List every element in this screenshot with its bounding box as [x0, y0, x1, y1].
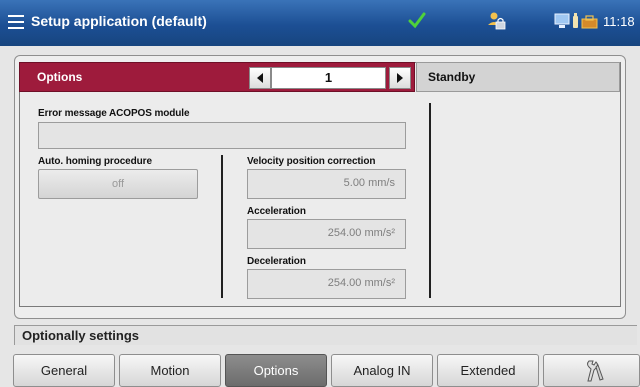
prev-button[interactable]: [249, 67, 271, 89]
menu-icon[interactable]: [8, 15, 24, 29]
deceleration-label: Deceleration: [247, 256, 306, 267]
acceleration-field[interactable]: 254.00 mm/s²: [247, 219, 406, 249]
error-message-field: [38, 122, 406, 149]
status-text: Optionally settings: [22, 328, 140, 343]
velocity-field[interactable]: 5.00 mm/s: [247, 169, 406, 199]
app-title: Setup application (default): [31, 13, 207, 29]
state-display: Standby: [416, 62, 620, 92]
deceleration-field[interactable]: 254.00 mm/s²: [247, 269, 406, 299]
index-value: 1: [271, 67, 386, 89]
divider-right: [429, 103, 431, 298]
section-title: Options: [37, 70, 83, 84]
user-lock-icon[interactable]: [486, 10, 508, 32]
tab-options[interactable]: Options: [225, 354, 327, 387]
arrow-right-icon: [397, 73, 403, 83]
acceleration-label: Acceleration: [247, 206, 306, 217]
homing-label: Auto. homing procedure: [38, 156, 152, 167]
velocity-label: Velocity position correction: [247, 156, 376, 167]
clock: 11:18: [603, 14, 635, 29]
tab-analog-in[interactable]: Analog IN: [331, 354, 433, 387]
arrow-left-icon: [257, 73, 263, 83]
homing-toggle-button[interactable]: off: [38, 169, 198, 199]
wrench-icon: [587, 360, 604, 382]
state-text: Standby: [428, 70, 476, 84]
error-message-label: Error message ACOPOS module: [38, 108, 190, 119]
next-button[interactable]: [389, 67, 411, 89]
tab-extended[interactable]: Extended: [437, 354, 539, 387]
monitor-icon: [554, 13, 598, 29]
checkmark-icon: [408, 12, 426, 29]
tab-tools[interactable]: [543, 354, 640, 387]
title-bar: Setup application (default) 11:18: [0, 0, 640, 46]
tab-general[interactable]: General: [13, 354, 115, 387]
divider-left: [221, 155, 223, 298]
tab-motion[interactable]: Motion: [119, 354, 221, 387]
status-strip: Optionally settings: [14, 325, 637, 345]
